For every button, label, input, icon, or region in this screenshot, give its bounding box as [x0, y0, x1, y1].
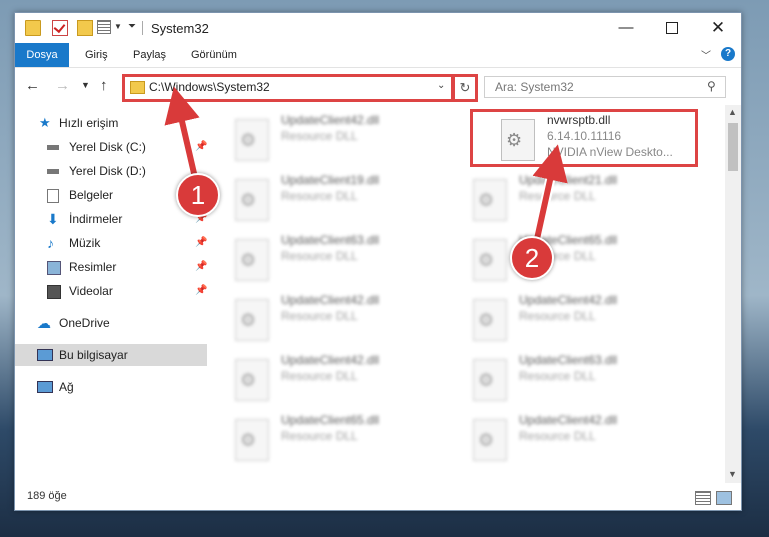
arrow-1-body — [164, 86, 200, 183]
callout-2: 2 — [510, 236, 554, 280]
annotation-arrows — [164, 86, 568, 253]
callout-1: 1 — [176, 173, 220, 217]
arrow-2-body — [532, 144, 568, 249]
